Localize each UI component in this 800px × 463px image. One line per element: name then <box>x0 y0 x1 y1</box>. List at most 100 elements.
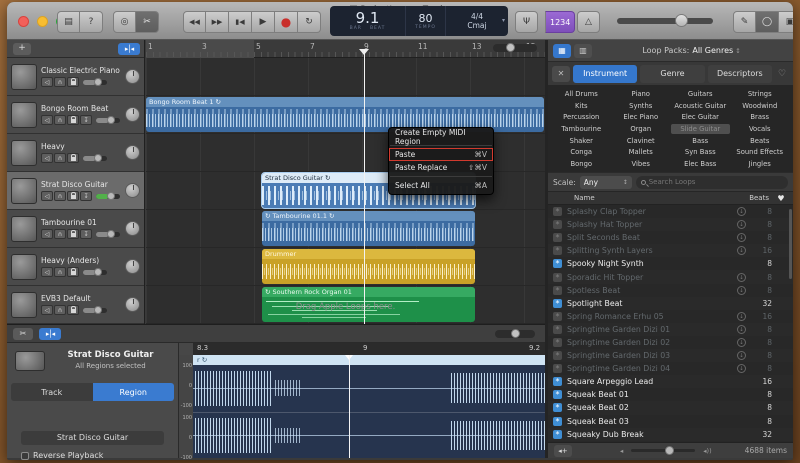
lock-button[interactable] <box>67 305 79 315</box>
loop-row-spotless-beat[interactable]: * Spotless Beat ↓ 8 <box>548 284 793 297</box>
loop-row-splitting-synth-layers[interactable]: * Splitting Synth Layers ↓ 16 <box>548 244 793 258</box>
download-icon[interactable]: ↓ <box>737 311 746 321</box>
solo-button[interactable]: ∩ <box>54 305 66 315</box>
download-icon[interactable]: ↓ <box>737 324 746 334</box>
loop-row-springtime-garden-dizi-01[interactable]: * Springtime Garden Dizi 01 ↓ 8 <box>548 322 793 336</box>
track-header-evb3-default[interactable]: EVB3 Default ◁ ∩ <box>7 286 144 324</box>
category-synths[interactable]: Synths <box>612 101 671 111</box>
mute-button[interactable]: ◁ <box>41 115 53 125</box>
preview-volume-knob[interactable] <box>665 446 675 455</box>
category-piano[interactable]: Piano <box>612 89 671 99</box>
download-icon[interactable]: ↓ <box>737 220 746 230</box>
chevron-down-icon[interactable]: ▾ <box>502 17 505 24</box>
track-header-bongo-room-beat[interactable]: Bongo Room Beat ◁ ∩ ↧ <box>7 96 144 134</box>
loop-row-spooky-night-synth[interactable]: * Spooky Night Synth 8 <box>548 257 793 270</box>
loop-row-springtime-garden-dizi-03[interactable]: * Springtime Garden Dizi 03 ↓ 8 <box>548 349 793 363</box>
column-favorites-heart-icon[interactable]: ♥ <box>775 194 787 203</box>
smart-controls-button[interactable]: ◎ <box>113 11 136 33</box>
scrollbar[interactable] <box>789 209 792 279</box>
editor-tab-region[interactable]: Region <box>92 383 174 401</box>
category-sound-effects[interactable]: Sound Effects <box>731 147 790 157</box>
tracks-area[interactable]: 13579111315 Bongo Room Beat 1↻Strat Disc… <box>146 40 545 324</box>
category-jingles[interactable]: Jingles <box>731 159 790 169</box>
category-strings[interactable]: Strings <box>731 89 790 99</box>
region-tambourine-01-1[interactable]: ↻ Tambourine 01.1 ↻ <box>262 211 475 246</box>
menu-item-paste-replace[interactable]: Paste Replace ⇧⌘V <box>389 161 493 174</box>
catch-playhead-button[interactable]: ▸│◂ <box>118 43 140 55</box>
editor-waveform[interactable] <box>193 365 545 458</box>
loop-row-spring-romance-erhu-05[interactable]: * Spring Romance Erhu 05 ↓ 16 <box>548 310 793 323</box>
lock-button[interactable] <box>67 77 79 87</box>
track-header-classic-electric-piano[interactable]: Classic Electric Piano ◁ ∩ <box>7 58 144 96</box>
column-beats[interactable]: Beats <box>739 194 769 202</box>
category-bass[interactable]: Bass <box>671 136 730 146</box>
loop-row-squeaky-dub-break[interactable]: * Squeaky Dub Break 32 <box>548 427 793 441</box>
count-in-button[interactable]: 1234 <box>545 11 576 33</box>
loop-row-spotlight-beat[interactable]: * Spotlight Beat 32 <box>548 296 793 310</box>
loop-row-splashy-clap-topper[interactable]: * Splashy Clap Topper ↓ 8 <box>548 205 793 218</box>
mute-button[interactable]: ◁ <box>41 229 53 239</box>
editor-catch-playhead-button[interactable]: ▸│◂ <box>39 328 61 340</box>
solo-button[interactable]: ∩ <box>54 115 66 125</box>
track-volume-slider[interactable] <box>83 305 107 314</box>
preview-volume-slider[interactable] <box>631 446 696 455</box>
pan-knob[interactable] <box>125 107 140 122</box>
record-button[interactable]: ● <box>275 11 298 33</box>
category-kits[interactable]: Kits <box>552 101 611 111</box>
track-volume-slider[interactable] <box>96 229 120 238</box>
input-button[interactable]: ↧ <box>80 191 92 201</box>
close-window-button[interactable] <box>18 16 29 27</box>
master-volume-slider[interactable] <box>617 14 713 27</box>
track-volume-slider[interactable] <box>83 153 107 162</box>
quick-help-button[interactable]: ? <box>80 11 103 33</box>
search-field[interactable] <box>635 175 788 189</box>
editor-tab-track[interactable]: Track <box>11 383 93 401</box>
column-view-button[interactable]: ▥ <box>574 43 592 58</box>
download-icon[interactable]: ↓ <box>737 246 746 256</box>
editor-ruler[interactable]: 8.3 9 9.2 <box>193 343 545 355</box>
media-browser-button[interactable]: ▣ <box>779 11 793 33</box>
category-all-drums[interactable]: All Drums <box>552 89 611 99</box>
favorites-heart-icon[interactable]: ♡ <box>775 69 789 79</box>
track-header-strat-disco-guitar[interactable]: Strat Disco Guitar ◁ ∩ ↧ <box>7 172 144 210</box>
loop-row-springtime-garden-dizi-02[interactable]: * Springtime Garden Dizi 02 ↓ 8 <box>548 336 793 349</box>
volume-knob[interactable] <box>94 77 102 86</box>
download-icon[interactable]: ↓ <box>737 285 746 295</box>
solo-button[interactable]: ∩ <box>54 267 66 277</box>
rewind-button[interactable]: ◀◀ <box>183 11 206 33</box>
solo-button[interactable]: ∩ <box>54 77 66 87</box>
loop-row-split-seconds-beat[interactable]: * Split Seconds Beat ↓ 8 <box>548 231 793 244</box>
reverse-playback-checkbox[interactable] <box>21 451 29 460</box>
lock-button[interactable] <box>67 191 79 201</box>
editor-scissors-button[interactable]: ✂ <box>13 328 33 340</box>
loop-row-squeak-beat-03[interactable]: * Squeak Beat 03 8 <box>548 415 793 428</box>
playhead-line[interactable] <box>364 50 365 324</box>
track-volume-slider[interactable] <box>83 267 107 276</box>
volume-knob[interactable] <box>107 191 115 200</box>
mute-button[interactable]: ◁ <box>41 153 53 163</box>
timeline-ruler[interactable]: 13579111315 <box>146 40 545 58</box>
category-syn-bass[interactable]: Syn Bass <box>671 147 730 157</box>
category-guitars[interactable]: Guitars <box>671 89 730 99</box>
region-name-field[interactable]: Strat Disco Guitar <box>21 431 164 445</box>
solo-button[interactable]: ∩ <box>54 191 66 201</box>
editor-zoom-slider[interactable] <box>495 329 535 338</box>
metronome-button[interactable]: △ <box>577 11 600 33</box>
tuner-button[interactable]: Ψ <box>515 11 538 33</box>
add-track-button[interactable]: + <box>13 43 31 55</box>
track-lane[interactable]: Drummer <box>146 248 545 286</box>
loop-row-squeak-beat-02[interactable]: * Squeak Beat 02 8 <box>548 401 793 415</box>
volume-knob[interactable] <box>107 229 115 238</box>
pan-knob[interactable] <box>125 183 140 198</box>
editor-region-strip[interactable]: r ↻ <box>193 355 545 365</box>
lock-button[interactable] <box>67 267 79 277</box>
category-vibes[interactable]: Vibes <box>612 159 671 169</box>
track-header-tambourine-01[interactable]: Tambourine 01 ◁ ∩ ↧ <box>7 210 144 248</box>
column-name[interactable]: Name <box>574 194 739 202</box>
track-lane[interactable]: ↻ Tambourine 01.1 ↻ <box>146 210 545 248</box>
track-volume-slider[interactable] <box>96 115 120 124</box>
menu-item-paste[interactable]: Paste ⌘V <box>389 148 493 161</box>
editor-playhead-line[interactable] <box>349 355 350 458</box>
button-view-button[interactable]: ▦ <box>553 43 571 58</box>
track-header-heavy[interactable]: Heavy ◁ ∩ <box>7 134 144 172</box>
